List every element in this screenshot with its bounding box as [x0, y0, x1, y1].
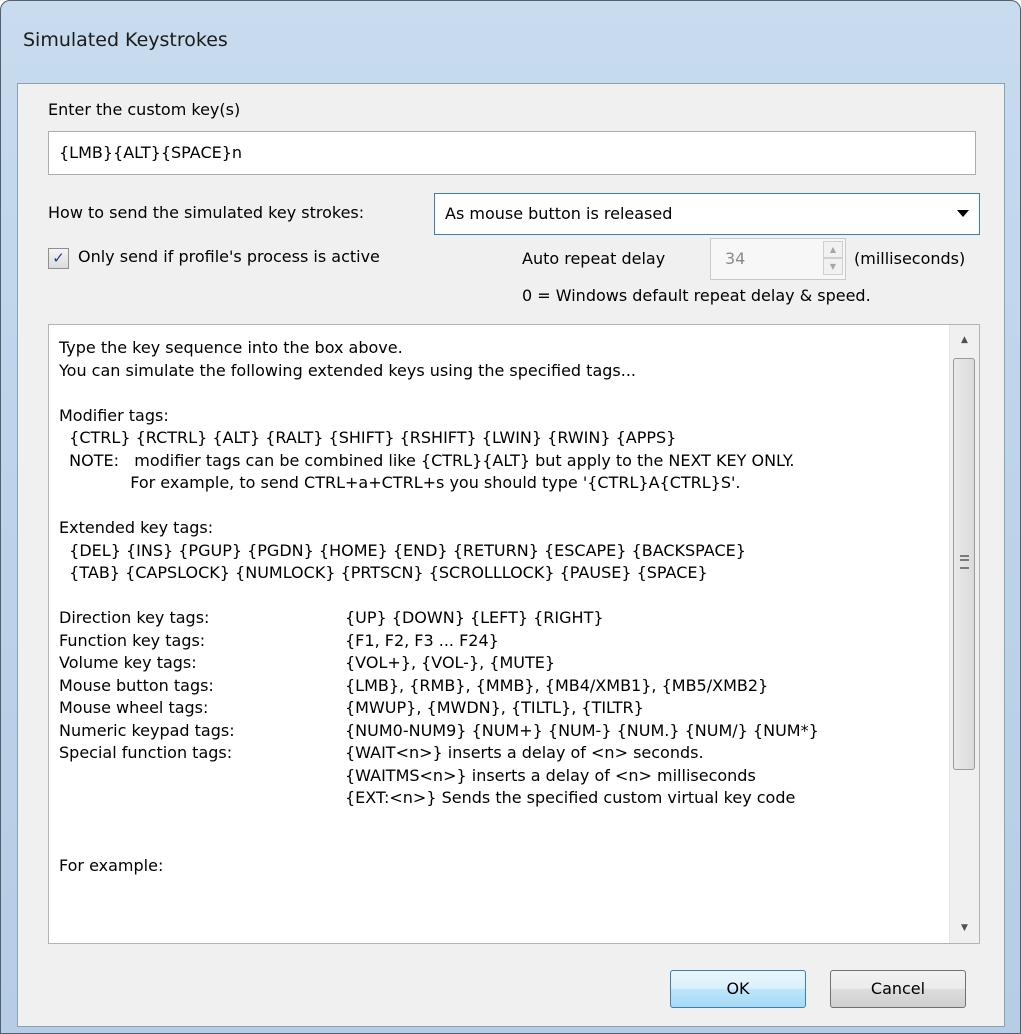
- tag-row: Special function tags: {WAIT<n>} inserts …: [59, 743, 704, 762]
- tag-row: Mouse wheel tags: {MWUP}, {MWDN}, {TILTL}…: [59, 698, 644, 717]
- send-mode-label: How to send the simulated key strokes:: [48, 203, 365, 222]
- dialog-window: Simulated Keystrokes Enter the custom ke…: [0, 0, 1021, 1034]
- tag-row: Mouse button tags: {LMB}, {RMB}, {MMB}, {…: [59, 675, 769, 695]
- window-title: Simulated Keystrokes: [23, 29, 228, 51]
- help-text: Type the key sequence into the box above…: [59, 337, 939, 877]
- tag-row: {WAITMS<n>} inserts a delay of <n> milli…: [345, 765, 756, 785]
- ok-button[interactable]: OK: [670, 970, 806, 1008]
- example-heading: For example:: [59, 855, 164, 875]
- custom-keys-label: Enter the custom key(s): [48, 100, 241, 119]
- tag-row: Function key tags: {F1, F2, F3 ... F24}: [59, 630, 499, 650]
- custom-keys-input[interactable]: {LMB}{ALT}{SPACE}n: [48, 131, 976, 175]
- auto-repeat-note: 0 = Windows default repeat delay & speed…: [522, 286, 871, 305]
- help-line: {DEL} {INS} {PGUP} {PGDN} {HOME} {END} {…: [59, 540, 746, 560]
- auto-repeat-spinner[interactable]: ▲ ▼: [823, 241, 843, 277]
- checkmark-icon: ✓: [52, 249, 65, 267]
- help-line: You can simulate the following extended …: [59, 360, 636, 380]
- help-line: {CTRL} {RCTRL} {ALT} {RALT} {SHIFT} {RSH…: [59, 428, 677, 447]
- only-active-label[interactable]: Only send if profile's process is active: [78, 247, 380, 266]
- help-line: For example, to send CTRL+a+CTRL+s you s…: [59, 473, 741, 492]
- auto-repeat-input[interactable]: 34 ▲ ▼: [710, 238, 846, 280]
- scroll-up-icon[interactable]: ▲: [950, 325, 979, 355]
- extended-heading: Extended key tags:: [59, 518, 214, 537]
- scroll-thumb[interactable]: [953, 358, 975, 770]
- auto-repeat-value: 34: [725, 249, 746, 268]
- tag-row: Volume key tags: {VOL+}, {VOL-}, {MUTE}: [59, 653, 556, 672]
- dialog-client-area: Enter the custom key(s) {LMB}{ALT}{SPACE…: [17, 83, 1005, 1027]
- cancel-button[interactable]: Cancel: [830, 970, 966, 1008]
- spin-up-icon[interactable]: ▲: [823, 241, 843, 258]
- spin-down-icon[interactable]: ▼: [823, 258, 843, 275]
- help-line: NOTE: modifier tags can be combined like…: [59, 450, 795, 470]
- grip-icon: [960, 555, 969, 569]
- tag-row: {EXT:<n>} Sends the specified custom vir…: [345, 788, 796, 807]
- auto-repeat-label: Auto repeat delay: [522, 249, 666, 268]
- title-bar[interactable]: Simulated Keystrokes: [1, 1, 1020, 83]
- modifier-heading: Modifier tags:: [59, 405, 169, 425]
- tag-row: Direction key tags: {UP} {DOWN} {LEFT} {R…: [59, 608, 604, 627]
- auto-repeat-units: (milliseconds): [854, 249, 966, 268]
- tag-row: Numeric keypad tags: {NUM0-NUM9} {NUM+} {…: [59, 720, 819, 740]
- help-line: Type the key sequence into the box above…: [59, 338, 403, 357]
- send-mode-selected: As mouse button is released: [445, 204, 673, 223]
- help-line: {TAB} {CAPSLOCK} {NUMLOCK} {PRTSCN} {SCR…: [59, 563, 708, 582]
- chevron-down-icon: [957, 210, 969, 217]
- send-mode-dropdown[interactable]: As mouse button is released: [434, 193, 980, 235]
- vertical-scrollbar[interactable]: ▲ ▼: [949, 325, 979, 943]
- only-active-checkbox[interactable]: ✓: [48, 248, 69, 269]
- help-text-box[interactable]: Type the key sequence into the box above…: [48, 324, 980, 944]
- scroll-down-icon[interactable]: ▼: [950, 913, 979, 943]
